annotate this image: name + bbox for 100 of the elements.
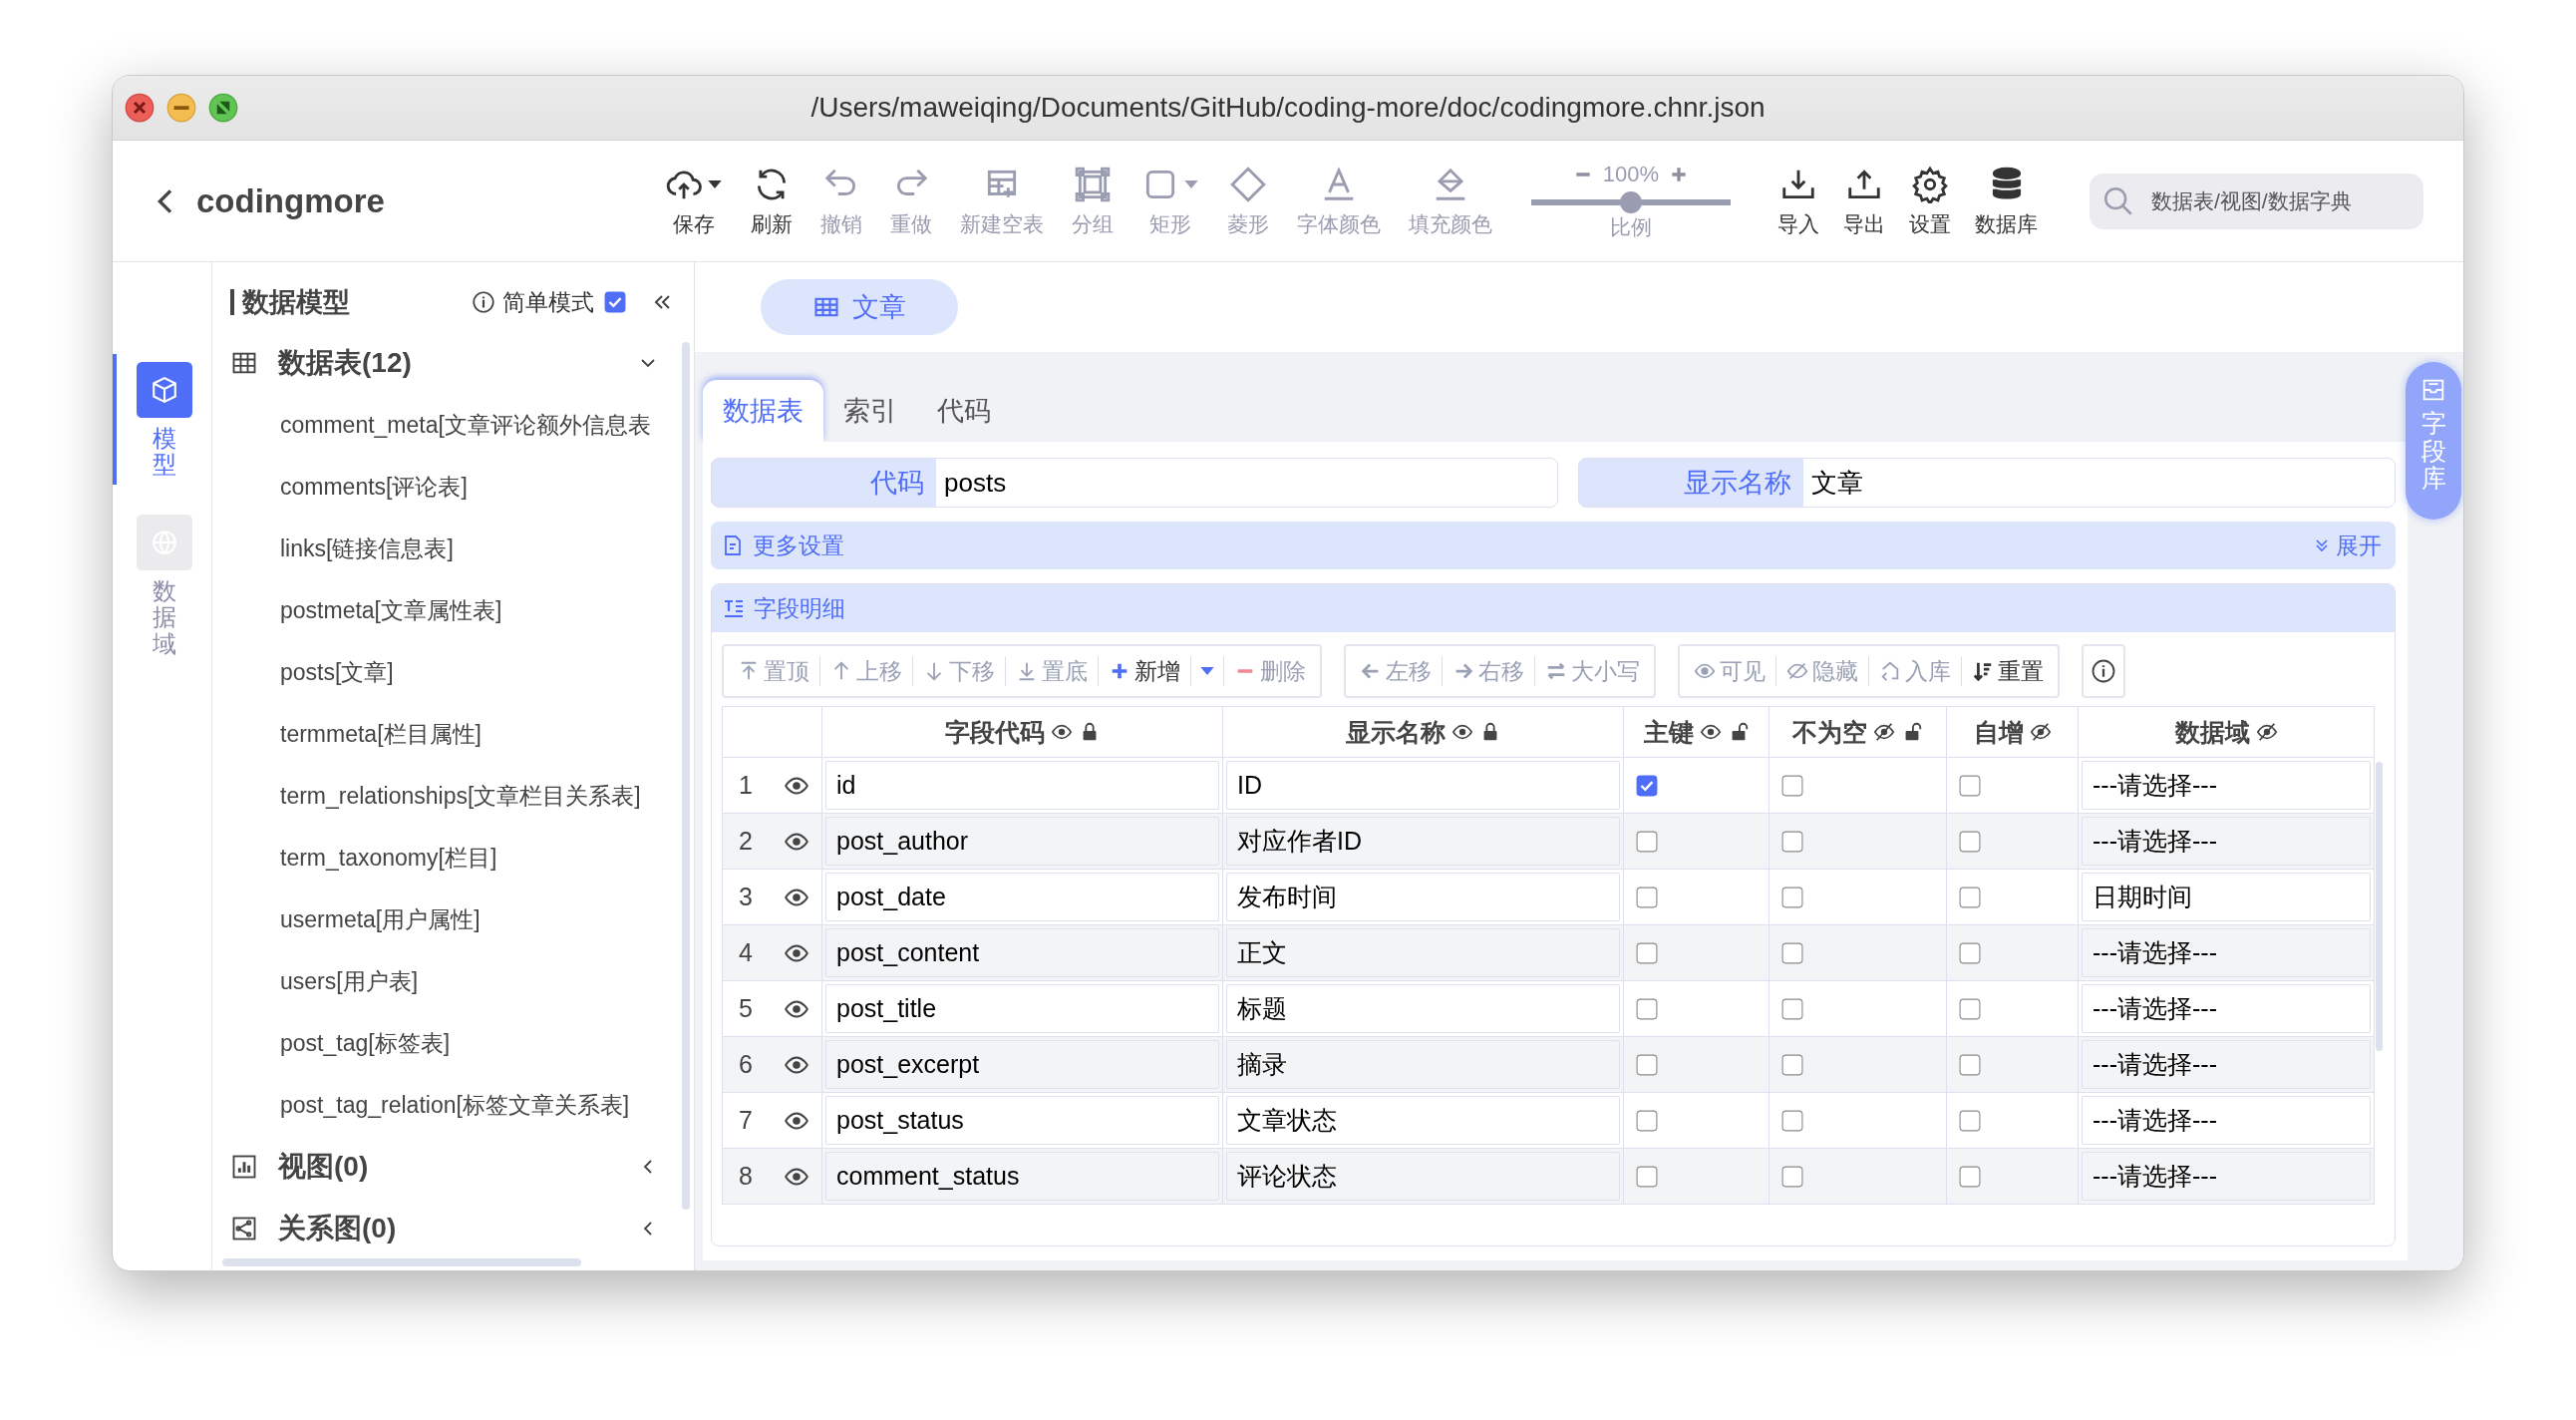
checkbox[interactable] xyxy=(1781,1109,1803,1132)
form-field[interactable]: 代码 posts xyxy=(711,458,1558,508)
domain-select[interactable]: ---请选择--- xyxy=(2082,1096,2371,1145)
eye-icon[interactable] xyxy=(2029,721,2052,743)
slider-thumb[interactable] xyxy=(1620,190,1642,213)
tree-group[interactable]: 视图(0) xyxy=(230,1136,680,1198)
scrollbar[interactable] xyxy=(222,1258,581,1266)
toolbar-button[interactable]: 刷新 xyxy=(737,164,806,238)
minimize-icon[interactable] xyxy=(166,93,196,123)
checkbox[interactable] xyxy=(1636,997,1658,1020)
checkbox[interactable] xyxy=(1781,941,1803,964)
checkbox[interactable] xyxy=(1959,886,1981,908)
tool-button[interactable]: 重置 xyxy=(1961,656,2054,686)
domain-select[interactable]: 日期时间 xyxy=(2082,873,2371,921)
checkbox[interactable] xyxy=(1636,941,1658,964)
checkbox[interactable] xyxy=(1959,997,1981,1020)
tree-item[interactable]: term_taxonomy[栏目] xyxy=(230,827,680,888)
eye-icon[interactable] xyxy=(2255,721,2278,743)
column-header[interactable]: 不为空 xyxy=(1770,707,1947,757)
tree-item[interactable]: usermeta[用户属性] xyxy=(230,888,680,950)
checkbox[interactable] xyxy=(1781,1053,1803,1076)
checkbox[interactable] xyxy=(1781,997,1803,1020)
info-button[interactable] xyxy=(2082,644,2125,698)
tree-item[interactable]: post_tag_relation[标签文章关系表] xyxy=(230,1074,680,1136)
tree-group[interactable]: 关系图(0) xyxy=(230,1198,680,1259)
checkbox[interactable] xyxy=(1959,774,1981,797)
checkbox[interactable] xyxy=(1636,830,1658,853)
checkbox[interactable] xyxy=(1959,1053,1981,1076)
tree-item[interactable]: comments[评论表] xyxy=(230,456,680,518)
checkbox[interactable] xyxy=(1636,1053,1658,1076)
eye-icon[interactable] xyxy=(1873,721,1895,743)
editor-tab[interactable]: 索引 xyxy=(823,380,917,442)
tree-item[interactable]: post_tag[标签表] xyxy=(230,1012,680,1074)
domain-select[interactable]: ---请选择--- xyxy=(2082,928,2371,977)
text-input[interactable]: posts xyxy=(936,459,1557,507)
form-field[interactable]: 显示名称 文章 xyxy=(1578,458,2396,508)
name-input[interactable]: ID xyxy=(1226,761,1620,810)
checkbox[interactable] xyxy=(604,291,626,313)
scrollbar[interactable] xyxy=(682,342,690,1210)
checkbox[interactable] xyxy=(1959,830,1981,853)
checkbox[interactable] xyxy=(1781,1165,1803,1188)
checkbox[interactable] xyxy=(1636,886,1658,908)
editor-tab[interactable]: 代码 xyxy=(917,380,1011,442)
code-input[interactable]: post_author xyxy=(825,817,1219,866)
search-input[interactable]: 数据表/视图/数据字典 xyxy=(2149,187,2389,214)
text-input[interactable]: 文章 xyxy=(1803,459,2395,507)
name-input[interactable]: 标题 xyxy=(1226,984,1620,1033)
name-input[interactable]: 正文 xyxy=(1226,928,1620,977)
name-input[interactable]: 评论状态 xyxy=(1226,1152,1620,1201)
toolbar-button[interactable]: 导出 xyxy=(1831,164,1897,238)
code-input[interactable]: id xyxy=(825,761,1219,810)
name-input[interactable]: 摘录 xyxy=(1226,1040,1620,1089)
code-input[interactable]: post_excerpt xyxy=(825,1040,1219,1089)
checkbox[interactable] xyxy=(1959,1109,1981,1132)
code-input[interactable]: post_content xyxy=(825,928,1219,977)
column-header[interactable]: 字段代码 xyxy=(822,707,1223,757)
toolbar-button[interactable]: 导入 xyxy=(1766,164,1831,238)
close-icon[interactable] xyxy=(125,93,155,123)
tree-item[interactable]: postmeta[文章属性表] xyxy=(230,579,680,641)
code-input[interactable]: post_title xyxy=(825,984,1219,1033)
tree-item[interactable]: links[链接信息表] xyxy=(230,518,680,579)
column-header[interactable]: 主键 xyxy=(1624,707,1770,757)
checkbox[interactable] xyxy=(1959,941,1981,964)
name-input[interactable]: 对应作者ID xyxy=(1226,817,1620,866)
tree-item[interactable]: posts[文章] xyxy=(230,641,680,703)
toolbar-button[interactable]: 数据库 xyxy=(1963,164,2050,238)
rail-item[interactable]: 模型 xyxy=(113,354,211,485)
toolbar-button[interactable]: 保存 xyxy=(651,164,737,238)
checkbox[interactable] xyxy=(1636,1109,1658,1132)
column-header[interactable]: 数据域 xyxy=(2079,707,2375,757)
checkbox[interactable] xyxy=(1781,830,1803,853)
tree-item[interactable]: comment_meta[文章评论额外信息表 xyxy=(230,394,680,456)
name-input[interactable]: 发布时间 xyxy=(1226,873,1620,921)
cube-icon[interactable] xyxy=(136,362,192,418)
maximize-icon[interactable] xyxy=(208,93,238,123)
column-header[interactable]: 自增 xyxy=(1947,707,2079,757)
scrollbar[interactable] xyxy=(2376,762,2383,1051)
checkbox[interactable] xyxy=(1959,1165,1981,1188)
search-bar[interactable]: 数据表/视图/数据字典 xyxy=(2090,173,2423,229)
tree-group[interactable]: 数据表(12) xyxy=(230,332,680,394)
domain-select[interactable]: ---请选择--- xyxy=(2082,761,2371,810)
back-button[interactable]: codingmore xyxy=(113,181,651,220)
checkbox[interactable] xyxy=(1781,774,1803,797)
domain-select[interactable]: ---请选择--- xyxy=(2082,984,2371,1033)
editor-tab[interactable]: 数据表 xyxy=(703,380,823,442)
checkbox[interactable] xyxy=(1781,886,1803,908)
tool-button[interactable]: 新增 xyxy=(1098,656,1190,686)
name-input[interactable]: 文章状态 xyxy=(1226,1096,1620,1145)
column-header[interactable]: 显示名称 xyxy=(1223,707,1624,757)
domain-select[interactable]: ---请选择--- xyxy=(2082,1040,2371,1089)
checkbox[interactable] xyxy=(1636,1165,1658,1188)
rail-label[interactable]: 模型 xyxy=(152,426,176,479)
domain-select[interactable]: ---请选择--- xyxy=(2082,1152,2371,1201)
code-input[interactable]: post_status xyxy=(825,1096,1219,1145)
checkbox[interactable] xyxy=(1636,774,1658,797)
tree-item[interactable]: termmeta[栏目属性] xyxy=(230,703,680,765)
code-input[interactable]: post_date xyxy=(825,873,1219,921)
code-input[interactable]: comment_status xyxy=(825,1152,1219,1201)
tree-item[interactable]: term_relationships[文章栏目关系表] xyxy=(230,765,680,827)
domain-select[interactable]: ---请选择--- xyxy=(2082,817,2371,866)
